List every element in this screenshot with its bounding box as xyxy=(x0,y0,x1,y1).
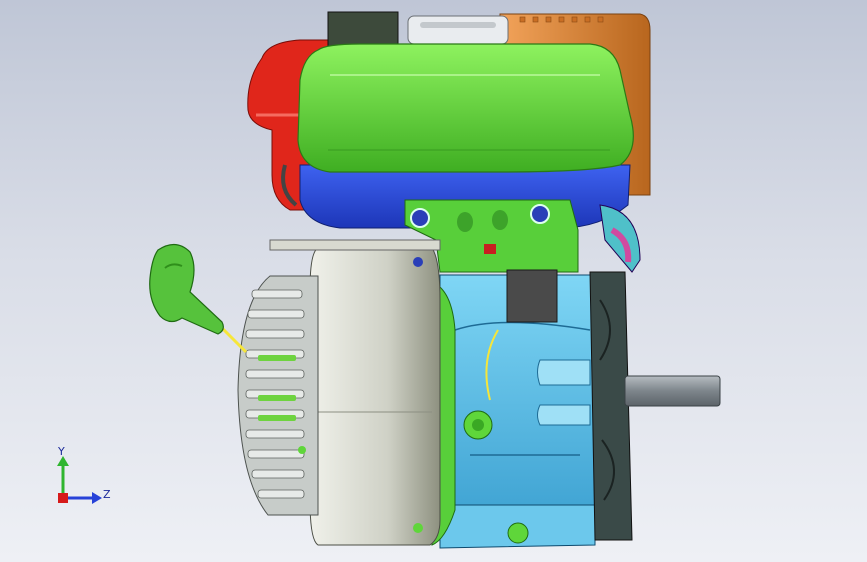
x-axis-origin xyxy=(58,493,68,503)
axis-triad: Y Z xyxy=(57,445,111,504)
z-axis-arrowhead xyxy=(92,492,102,504)
z-axis-label: Z xyxy=(103,488,111,501)
cad-viewport[interactable]: Y Z xyxy=(0,0,867,562)
y-axis-label: Y xyxy=(57,445,65,458)
